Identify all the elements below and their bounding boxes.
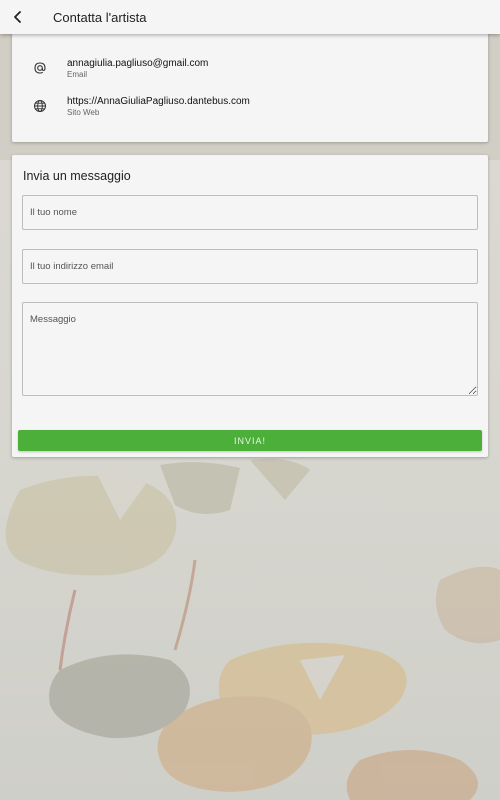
- name-input[interactable]: [22, 195, 478, 230]
- app-bar: Contatta l'artista: [0, 0, 500, 34]
- contact-email-value: annagiulia.pagliuso@gmail.com: [67, 58, 209, 69]
- page-title: Contatta l'artista: [53, 9, 147, 25]
- contacts-card: annagiulia.pagliuso@gmail.com Email http…: [12, 26, 488, 142]
- contact-email-text: annagiulia.pagliuso@gmail.com Email: [67, 58, 208, 80]
- message-form-card: Invia un messaggio INVIA!: [12, 155, 488, 457]
- form-title: Invia un messaggio: [23, 169, 131, 183]
- contact-website-value: https://AnnaGiuliaPagliuso.dantebus.com: [67, 96, 250, 107]
- chevron-left-icon: [14, 11, 21, 23]
- globe-icon: [33, 99, 47, 113]
- contact-website-label: Sito Web: [67, 108, 100, 117]
- back-button[interactable]: [0, 0, 36, 34]
- at-icon: [33, 61, 47, 75]
- contact-email-label: Email: [67, 70, 88, 79]
- email-input[interactable]: [22, 249, 478, 284]
- send-button[interactable]: INVIA!: [18, 430, 482, 451]
- message-textarea[interactable]: [22, 302, 478, 396]
- contact-website-text: https://AnnaGiuliaPagliuso.dantebus.com …: [67, 96, 250, 118]
